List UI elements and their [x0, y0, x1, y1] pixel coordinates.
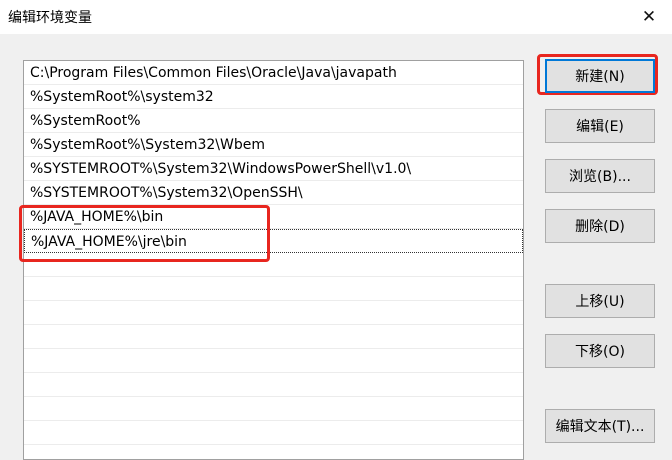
list-item[interactable]: %SystemRoot%\system32 — [24, 85, 523, 109]
new-button[interactable]: 新建(N) — [545, 59, 655, 93]
list-item[interactable] — [24, 325, 523, 349]
close-icon[interactable]: ✕ — [626, 0, 672, 34]
path-list[interactable]: C:\Program Files\Common Files\Oracle\Jav… — [23, 60, 524, 460]
list-item-selected[interactable]: %JAVA_HOME%\jre\bin — [24, 229, 523, 253]
list-item[interactable] — [24, 277, 523, 301]
list-item[interactable]: %SystemRoot%\System32\Wbem — [24, 133, 523, 157]
edit-button[interactable]: 编辑(E) — [545, 109, 655, 143]
delete-button[interactable]: 删除(D) — [545, 209, 655, 243]
edit-text-button[interactable]: 编辑文本(T)... — [545, 409, 655, 443]
list-item[interactable] — [24, 253, 523, 277]
list-item[interactable]: %JAVA_HOME%\bin — [24, 205, 523, 229]
title-bar: 编辑环境变量 ✕ — [0, 0, 672, 34]
list-item[interactable]: C:\Program Files\Common Files\Oracle\Jav… — [24, 61, 523, 85]
list-item[interactable]: %SYSTEMROOT%\System32\OpenSSH\ — [24, 181, 523, 205]
browse-button[interactable]: 浏览(B)... — [545, 159, 655, 193]
move-up-button[interactable]: 上移(U) — [545, 284, 655, 318]
list-item[interactable]: %SystemRoot% — [24, 109, 523, 133]
list-item[interactable] — [24, 301, 523, 325]
window-title: 编辑环境变量 — [8, 10, 92, 26]
list-item[interactable] — [24, 397, 523, 421]
move-down-button[interactable]: 下移(O) — [545, 334, 655, 368]
list-item[interactable] — [24, 349, 523, 373]
list-item[interactable]: %SYSTEMROOT%\System32\WindowsPowerShell\… — [24, 157, 523, 181]
list-item[interactable] — [24, 373, 523, 397]
list-item[interactable] — [24, 421, 523, 445]
